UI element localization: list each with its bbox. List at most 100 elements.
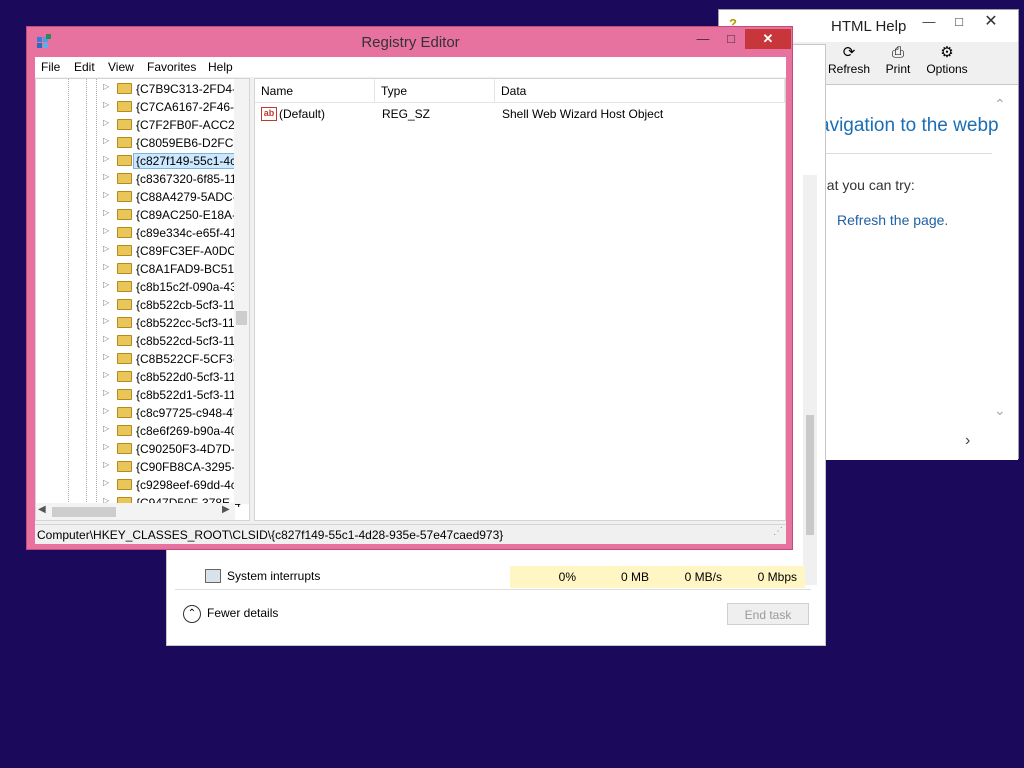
folder-icon [117, 425, 132, 436]
help-refresh-button[interactable]: ⟳ Refresh [824, 44, 874, 76]
tree-node[interactable]: ▷ {c8b522cd-5cf3-11 [36, 332, 236, 350]
tree-node[interactable]: ▷ {c8b522d1-5cf3-11 [36, 386, 236, 404]
memory-cell: 0 MB [584, 566, 657, 588]
tree-node-label: {C7CA6167-2F46-4 [136, 100, 241, 114]
tree-horizontal-scrollbar[interactable]: ◀ ▶ [36, 503, 235, 520]
help-maximize-button[interactable]: □ [945, 12, 973, 32]
tree-node[interactable]: ▷ {C8A1FAD9-BC51- [36, 260, 238, 278]
expand-arrow-icon[interactable]: ▷ [103, 208, 109, 217]
registry-maximize-button[interactable]: □ [717, 29, 745, 49]
folder-icon [117, 137, 132, 148]
expand-arrow-icon[interactable]: ▷ [103, 478, 109, 487]
tree-node[interactable]: ▷ {c9298eef-69dd-4c [36, 476, 237, 494]
tree-node-label: {c8b522cb-5cf3-11 [136, 298, 236, 312]
expand-arrow-icon[interactable]: ▷ [103, 154, 109, 163]
scrollbar-thumb[interactable] [806, 415, 814, 535]
expand-arrow-icon[interactable]: ▷ [103, 226, 109, 235]
registry-close-button[interactable]: ✕ [745, 29, 791, 49]
expand-arrow-icon[interactable]: ▷ [103, 244, 109, 253]
process-list-scrollbar[interactable] [803, 175, 817, 585]
folder-icon [117, 119, 132, 130]
column-header-type[interactable]: Type [375, 79, 495, 103]
expand-arrow-icon[interactable]: ▷ [103, 118, 109, 127]
registry-minimize-button[interactable]: — [689, 29, 717, 49]
expand-arrow-icon[interactable]: ▷ [103, 352, 109, 361]
end-task-button[interactable]: End task [727, 603, 809, 625]
process-row[interactable]: System interrupts 0% 0 MB 0 MB/s 0 Mbps [175, 566, 811, 588]
help-close-button[interactable]: ✕ [977, 12, 1005, 32]
tree-node[interactable]: ▷ {C88A4279-5ADC- [36, 188, 237, 206]
refresh-page-link[interactable]: Refresh the page. [837, 212, 948, 228]
expand-arrow-icon[interactable]: ▷ [103, 172, 109, 181]
tree-node[interactable]: ▷ {c89e334c-e65f-41 [36, 224, 237, 242]
expand-arrow-icon[interactable]: ▷ [103, 190, 109, 199]
tree-node[interactable]: ▷ {C7F2FB0F-ACC2- [36, 116, 239, 134]
tree-node[interactable]: ▷ {c8b522cc-5cf3-11 [36, 314, 236, 332]
tree-node[interactable]: ▷ {C89AC250-E18A-4 [36, 206, 243, 224]
scroll-down-icon[interactable]: ⌄ [994, 402, 1006, 419]
tree-node[interactable]: ▷ {C7B9C313-2FD4-4 [36, 80, 243, 98]
expand-arrow-icon[interactable]: ▷ [103, 406, 109, 415]
tree-node[interactable]: ▷ {c827f149-55c1-4c [36, 152, 240, 170]
menu-edit[interactable]: Edit [74, 60, 95, 74]
tree-scroll-thumb[interactable] [236, 311, 247, 325]
expand-arrow-icon[interactable]: ▷ [103, 298, 109, 307]
help-minimize-button[interactable]: — [915, 12, 943, 32]
scroll-up-icon[interactable]: ⌃ [994, 96, 1006, 113]
registry-client-area: File Edit View Favorites Help ▷ {C7B9C313… [35, 57, 786, 544]
chevron-right-icon[interactable]: › [965, 432, 970, 450]
expand-arrow-icon[interactable]: ▷ [103, 100, 109, 109]
menu-help[interactable]: Help [208, 60, 233, 74]
help-options-button[interactable]: ⚙ Options [922, 44, 972, 76]
fewer-details-button[interactable]: ⌃ Fewer details [183, 605, 278, 623]
tree-vertical-scrollbar[interactable] [234, 79, 249, 504]
tree-node[interactable]: ▷ {c8c97725-c948-47 [36, 404, 239, 422]
tree-node[interactable]: ▷ {c8b522cb-5cf3-11 [36, 296, 236, 314]
expand-arrow-icon[interactable]: ▷ [103, 82, 109, 91]
tree-node[interactable]: ▷ {C90FB8CA-3295-4 [36, 458, 242, 476]
tree-node[interactable]: ▷ {c8b522d0-5cf3-11 [36, 368, 236, 386]
menu-view[interactable]: View [108, 60, 134, 74]
expand-arrow-icon[interactable]: ▷ [103, 280, 109, 289]
expand-arrow-icon[interactable]: ▷ [103, 370, 109, 379]
fewer-details-label: Fewer details [207, 606, 279, 621]
expand-arrow-icon[interactable]: ▷ [103, 460, 109, 469]
tree-node-label: {C90250F3-4D7D-4 [136, 442, 242, 456]
folder-icon [117, 263, 132, 274]
column-header-data[interactable]: Data [495, 79, 785, 103]
tree-node[interactable]: ▷ {c8367320-6f85-11 [36, 170, 237, 188]
folder-icon [117, 317, 132, 328]
tree-hscroll-thumb[interactable] [52, 507, 116, 517]
tree-node[interactable]: ▷ {C89FC3EF-A0DC- [36, 242, 240, 260]
expand-arrow-icon[interactable]: ▷ [103, 334, 109, 343]
expand-arrow-icon[interactable]: ▷ [103, 442, 109, 451]
scroll-right-icon[interactable]: ▶ [222, 504, 230, 515]
help-print-button[interactable]: ⎙ Print [873, 44, 923, 76]
expand-arrow-icon[interactable]: ▷ [103, 316, 109, 325]
value-type: REG_SZ [382, 107, 431, 121]
tree-node[interactable]: ▷ {C90250F3-4D7D-4 [36, 440, 241, 458]
registry-tree-pane[interactable]: ▷ {C7B9C313-2FD4-4 ▷ {C7CA6167-2F46-4 ▷ {C7F2… [35, 78, 250, 521]
registry-value-row[interactable]: ab (Default) REG_SZ Shell Web Wizard Hos… [255, 104, 785, 124]
expand-arrow-icon[interactable]: ▷ [103, 262, 109, 271]
network-cell: 0 Mbps [730, 566, 805, 588]
scroll-left-icon[interactable]: ◀ [38, 504, 46, 515]
registry-values-pane[interactable]: Name Type Data ab (Default) REG_SZ Shell… [254, 78, 786, 521]
tree-node[interactable]: ▷ {C8B522CF-5CF3-1 [36, 350, 243, 368]
footer-divider [175, 589, 811, 590]
menu-file[interactable]: File [41, 60, 60, 74]
value-data: Shell Web Wizard Host Object [502, 107, 664, 121]
menu-bar: File Edit View Favorites Help [35, 57, 786, 77]
expand-arrow-icon[interactable]: ▷ [103, 388, 109, 397]
tree-node-label: {c8e6f269-b90a-40 [136, 424, 238, 438]
expand-arrow-icon[interactable]: ▷ [103, 136, 109, 145]
column-header-name[interactable]: Name [255, 79, 375, 103]
tree-node[interactable]: ▷ {c8e6f269-b90a-40 [36, 422, 238, 440]
menu-favorites[interactable]: Favorites [147, 60, 196, 74]
tree-node[interactable]: ▷ {c8b15c2f-090a-43 [36, 278, 237, 296]
tree-node[interactable]: ▷ {C8059EB6-D2FC-4 [36, 134, 244, 152]
expand-arrow-icon[interactable]: ▷ [103, 424, 109, 433]
folder-icon [117, 461, 132, 472]
tree-node[interactable]: ▷ {C7CA6167-2F46-4 [36, 98, 241, 116]
resize-grip-icon[interactable]: ⋰ [773, 522, 783, 542]
